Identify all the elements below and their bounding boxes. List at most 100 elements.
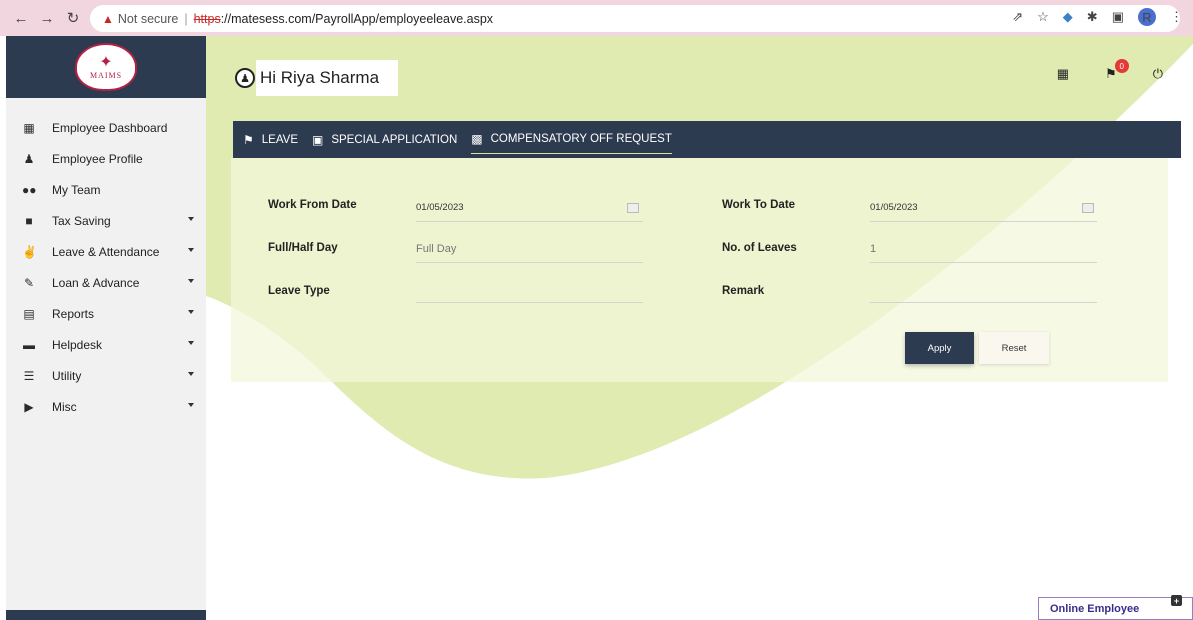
work-to-date-field[interactable]: 01/05/2023 (870, 202, 1097, 222)
profile-avatar[interactable]: R (1138, 8, 1156, 26)
page-greeting: Hi Riya Sharma (260, 68, 380, 87)
share-icon[interactable]: ⇗ (1012, 9, 1023, 25)
sidebar-item-label: Reports (52, 306, 95, 321)
work-to-date-value: 01/05/2023 (870, 202, 918, 213)
sidebar-item-label: Misc (52, 399, 77, 414)
calendar-icon[interactable] (627, 203, 639, 213)
work-from-date-field[interactable]: 01/05/2023 (416, 202, 643, 222)
more-menu-icon[interactable]: ⋮ (1170, 9, 1183, 25)
sidebar-item-label: Employee Dashboard (52, 120, 168, 135)
remark-field[interactable] (870, 283, 1097, 303)
online-employee-widget[interactable]: Online Employee + (1038, 595, 1193, 620)
calendar-icon[interactable] (1082, 203, 1094, 213)
logo-text: MAIMS (89, 70, 123, 80)
chevron-down-icon (188, 248, 194, 252)
flag-icon: ⚑ (243, 132, 254, 147)
tablet-icon: ▣ (312, 132, 324, 147)
chevron-down-icon (188, 341, 194, 345)
back-arrow-icon[interactable]: ← (10, 7, 32, 29)
address-separator: | (184, 11, 188, 26)
reload-icon[interactable]: ↻ (62, 7, 84, 29)
logo-area: ✦ MAIMS (6, 36, 206, 98)
tab-compensatory-off-request[interactable]: ▩ COMPENSATORY OFF REQUEST (471, 126, 672, 154)
power-icon[interactable]: ⏻ (1153, 66, 1163, 82)
thumbs-up-icon: ✌ (22, 244, 37, 259)
sidebar-item-my-team[interactable]: ●● My Team (6, 174, 206, 205)
team-icon: ●● (22, 182, 37, 197)
tab-label: LEAVE (261, 133, 298, 146)
sidebar-item-employee-dashboard[interactable]: ▦ Employee Dashboard (6, 112, 206, 143)
sidebar-footer-bar (6, 610, 206, 620)
sidebar-item-label: Loan & Advance (52, 275, 140, 290)
warning-icon: ▲ (102, 11, 114, 26)
sidebar-item-utility[interactable]: ☰ Utility (6, 360, 206, 391)
header-actions: ▦ ⚑ 0 ⏻ (1057, 59, 1163, 82)
work-from-date-label: Work From Date (268, 199, 357, 211)
chevron-down-icon (188, 279, 194, 283)
no-of-leaves-label: No. of Leaves (722, 242, 797, 254)
tab-label: COMPENSATORY OFF REQUEST (490, 133, 672, 145)
apply-button[interactable]: Apply (905, 332, 974, 364)
chevron-down-icon (188, 403, 194, 407)
sidebar-item-label: Helpdesk (52, 337, 103, 352)
dashboard-icon: ▦ (23, 120, 35, 135)
tab-leave[interactable]: ⚑ LEAVE (243, 126, 298, 154)
sidebar-item-label: Tax Saving (52, 213, 111, 228)
sidebar-item-leave-attendance[interactable]: ✌ Leave & Attendance (6, 236, 206, 267)
chevron-down-icon (188, 310, 194, 314)
edit-icon: ✎ (23, 275, 35, 290)
sidebar-item-helpdesk[interactable]: ▬ Helpdesk (6, 329, 206, 360)
url-scheme: https (193, 11, 221, 26)
main-content: ♟ Hi Riya Sharma ▦ ⚑ 0 ⏻ ⚑ LEAVE ▣ SPECI… (206, 36, 1193, 620)
sidebar-item-tax-saving[interactable]: ■ Tax Saving (6, 205, 206, 236)
sidebar-item-label: My Team (52, 182, 101, 197)
chevron-down-icon (188, 372, 194, 376)
list-icon: ☰ (23, 368, 35, 383)
sidebar-item-label: Utility (52, 368, 82, 383)
bell-icon[interactable]: ⚑ 0 (1105, 59, 1129, 82)
notification-badge: 0 (1114, 59, 1129, 73)
sidebar-item-employee-profile[interactable]: ♟ Employee Profile (6, 143, 206, 174)
leave-type-select[interactable] (416, 283, 643, 303)
puzzle-icon[interactable]: ✱ (1087, 9, 1098, 25)
online-employee-label: Online Employee (1050, 602, 1140, 615)
full-half-day-value: Full Day (416, 243, 457, 255)
sidebar-toggle-icon[interactable]: ▣ (1112, 9, 1124, 25)
sidebar-menu: ▦ Employee Dashboard ♟ Employee Profile … (6, 112, 206, 422)
tab-label: SPECIAL APPLICATION (331, 133, 458, 146)
laptop-icon: ▬ (23, 337, 35, 352)
tab-special-application[interactable]: ▣ SPECIAL APPLICATION (312, 126, 457, 154)
remark-label: Remark (722, 285, 765, 297)
chat-icon: ▩ (471, 132, 483, 146)
no-of-leaves-field[interactable]: 1 (870, 243, 1097, 263)
chevron-down-icon (188, 217, 194, 221)
not-secure-label: Not secure (117, 11, 179, 26)
megaphone-icon: ▶ (24, 399, 34, 414)
user-icon: ♟ (235, 68, 255, 88)
sidebar-item-misc[interactable]: ▶ Misc (6, 391, 206, 422)
maims-logo[interactable]: ✦ MAIMS (75, 43, 137, 91)
sidebar-item-reports[interactable]: ▤ Reports (6, 298, 206, 329)
full-half-day-label: Full/Half Day (268, 242, 338, 254)
sidebar: ✦ MAIMS ▦ Employee Dashboard ♟ Employee … (6, 36, 206, 620)
person-icon: ♟ (23, 151, 35, 166)
browser-actions: ⇗ ☆ ◆ ✱ ▣ R ⋮ (1012, 8, 1183, 26)
book-icon: ■ (25, 213, 33, 228)
full-half-day-select[interactable]: Full Day (416, 243, 643, 263)
extension-diamond-icon[interactable]: ◆ (1063, 9, 1073, 25)
leave-tabs: ⚑ LEAVE ▣ SPECIAL APPLICATION ▩ COMPENSA… (233, 121, 1181, 158)
no-of-leaves-value: 1 (870, 243, 877, 255)
apps-grid-icon[interactable]: ▦ (1057, 66, 1069, 82)
browser-toolbar: ← → ↻ ▲ Not secure | https ://matesess.c… (0, 0, 1193, 36)
plus-icon[interactable]: + (1171, 595, 1182, 606)
forward-arrow-icon[interactable]: → (36, 7, 58, 29)
reset-button[interactable]: Reset (979, 332, 1049, 364)
report-icon: ▤ (23, 306, 35, 321)
sidebar-item-label: Employee Profile (52, 151, 143, 166)
star-icon[interactable]: ☆ (1037, 9, 1049, 25)
sidebar-item-loan-advance[interactable]: ✎ Loan & Advance (6, 267, 206, 298)
work-to-date-label: Work To Date (722, 199, 796, 211)
work-from-date-value: 01/05/2023 (416, 202, 464, 213)
logo-mark-icon: ✦ (99, 53, 113, 71)
url-path: ://matesess.com/PayrollApp/employeeleave… (220, 11, 494, 26)
